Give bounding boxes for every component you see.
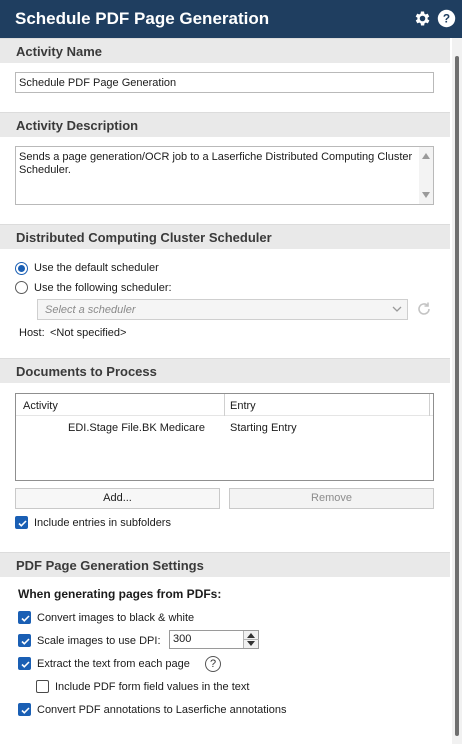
panel-title: Schedule PDF Page Generation (15, 9, 270, 28)
activity-description-value: Sends a page generation/OCR job to a Las… (19, 151, 413, 176)
scheduler-select-placeholder: Select a scheduler (45, 304, 136, 316)
panel-scrollbar-thumb[interactable] (455, 56, 459, 736)
column-separator[interactable] (224, 394, 225, 416)
column-entry[interactable]: Entry (230, 400, 256, 412)
scroll-up-icon[interactable] (422, 153, 430, 159)
default-scheduler-label[interactable]: Use the default scheduler (34, 262, 159, 274)
checkmark-icon (21, 707, 30, 714)
documents-list-header: Activity Entry (16, 394, 433, 416)
dpi-spinner-buttons[interactable] (243, 631, 259, 648)
row-entry-cell: Starting Entry (230, 422, 297, 434)
section-pdf-settings: PDF Page Generation Settings (0, 552, 450, 577)
dpi-value: 300 (173, 633, 192, 645)
checkmark-icon (21, 615, 30, 622)
add-button[interactable]: Add... (15, 488, 220, 509)
default-scheduler-radio[interactable] (15, 262, 28, 275)
following-scheduler-radio[interactable] (15, 281, 28, 294)
include-subfolders-label[interactable]: Include entries in subfolders (34, 517, 171, 529)
section-scheduler: Distributed Computing Cluster Scheduler (0, 224, 450, 249)
section-activity-description: Activity Description (0, 112, 450, 137)
section-activity-name-title: Activity Name (16, 44, 102, 59)
form-fields-label[interactable]: Include PDF form field values in the tex… (55, 681, 249, 693)
section-scheduler-title: Distributed Computing Cluster Scheduler (16, 230, 272, 245)
column-activity[interactable]: Activity (23, 400, 58, 412)
section-documents: Documents to Process (0, 358, 450, 383)
section-documents-title: Documents to Process (16, 364, 157, 379)
refresh-icon[interactable] (416, 301, 432, 317)
checkmark-icon (21, 638, 30, 645)
dpi-spinner[interactable]: 300 (169, 630, 259, 649)
activity-name-value: Schedule PDF Page Generation (19, 77, 177, 89)
section-activity-name: Activity Name (0, 38, 450, 63)
chevron-down-icon (392, 306, 402, 312)
checkmark-icon (21, 661, 30, 668)
svg-text:?: ? (443, 11, 450, 25)
annotations-label[interactable]: Convert PDF annotations to Laserfiche an… (37, 704, 286, 716)
description-scrollbar[interactable] (419, 147, 433, 204)
row-activity-cell: EDI.Stage File.BK Medicare (68, 422, 205, 434)
annotations-checkbox[interactable] (18, 703, 31, 716)
increment-icon[interactable] (247, 633, 255, 638)
host-label: Host: (19, 327, 45, 339)
extract-text-label[interactable]: Extract the text from each page (37, 658, 190, 670)
activity-description-input[interactable]: Sends a page generation/OCR job to a Las… (15, 146, 434, 205)
scheduler-select[interactable]: Select a scheduler (37, 299, 408, 320)
extract-text-checkbox[interactable] (18, 657, 31, 670)
decrement-icon[interactable] (247, 641, 255, 646)
documents-list[interactable]: Activity Entry EDI.Stage File.BK Medicar… (15, 393, 434, 481)
help-icon[interactable]: ? (437, 9, 456, 28)
pdf-settings-subheading: When generating pages from PDFs: (18, 587, 222, 601)
form-fields-checkbox[interactable] (36, 680, 49, 693)
scale-dpi-checkbox[interactable] (18, 634, 31, 647)
include-subfolders-checkbox[interactable] (15, 516, 28, 529)
section-pdf-settings-title: PDF Page Generation Settings (16, 558, 204, 573)
checkmark-icon (18, 520, 27, 527)
convert-bw-checkbox[interactable] (18, 611, 31, 624)
remove-button[interactable]: Remove (229, 488, 434, 509)
column-separator[interactable] (429, 394, 430, 416)
section-activity-description-title: Activity Description (16, 118, 139, 133)
activity-name-input[interactable]: Schedule PDF Page Generation (15, 72, 434, 93)
convert-bw-label[interactable]: Convert images to black & white (37, 612, 194, 624)
scroll-down-icon[interactable] (422, 192, 430, 198)
spinner-divider (244, 639, 259, 640)
title-bar: Schedule PDF Page Generation ? (0, 0, 462, 38)
scale-dpi-label[interactable]: Scale images to use DPI: (37, 635, 161, 647)
gear-icon[interactable] (413, 9, 432, 28)
host-value: <Not specified> (50, 327, 127, 339)
question-circle-icon[interactable]: ? (205, 656, 221, 672)
following-scheduler-label[interactable]: Use the following scheduler: (34, 282, 172, 294)
